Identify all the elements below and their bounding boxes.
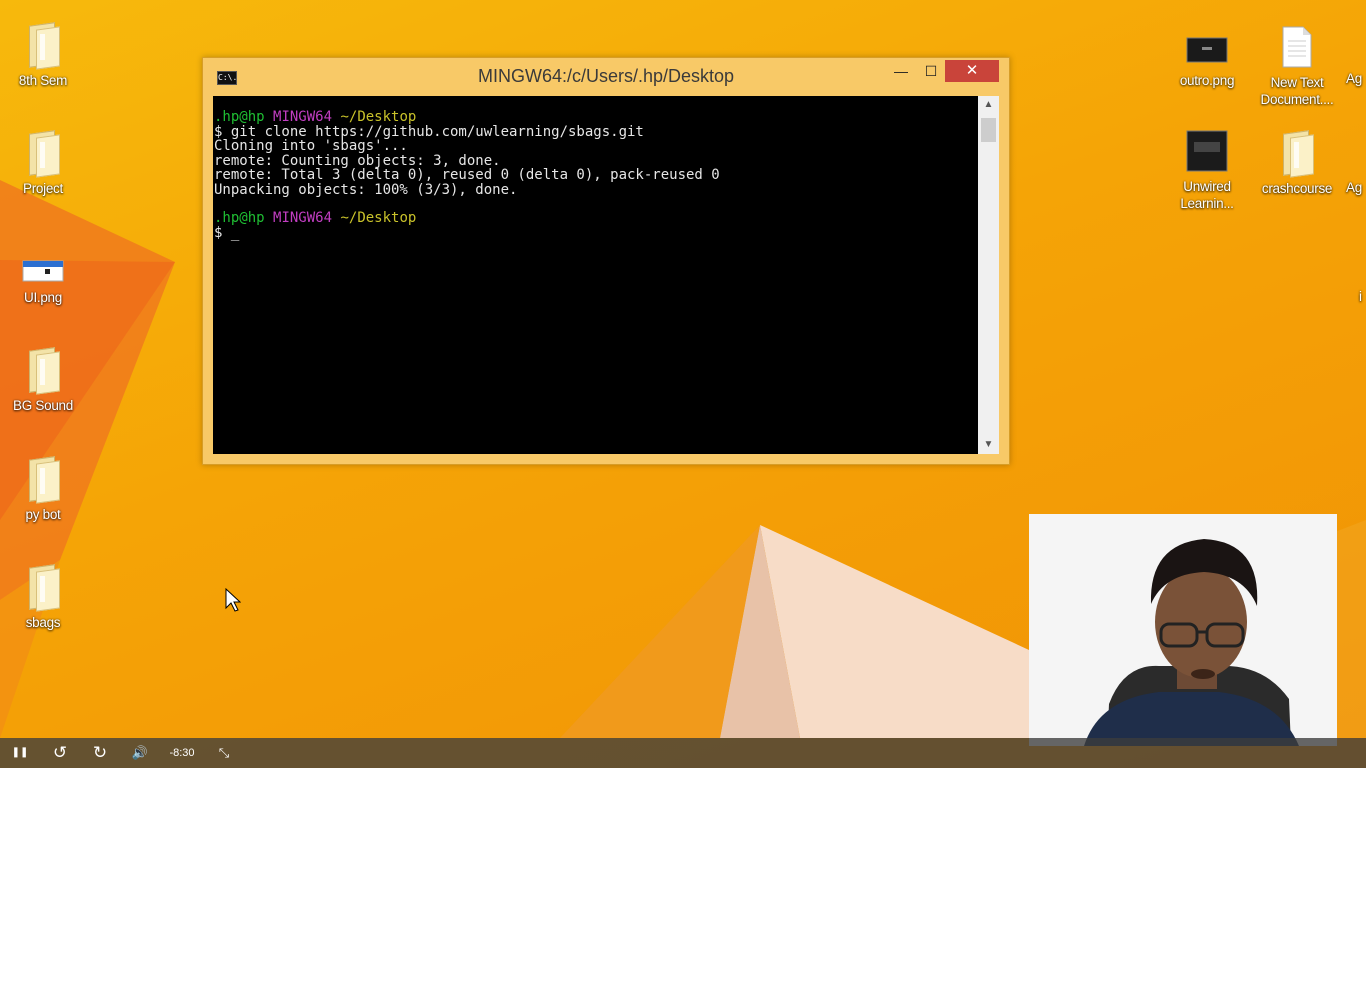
rewind-button[interactable]: ↺	[48, 738, 72, 768]
webcam-overlay	[1029, 514, 1337, 746]
prompt-user: .hp@hp	[214, 210, 265, 226]
desktop-icon-sbags[interactable]: sbags	[0, 562, 86, 631]
image-file-icon	[1186, 37, 1228, 63]
desktop-icon-8th-sem[interactable]: 8th Sem	[0, 20, 86, 89]
desktop-icon-label: 8th Sem	[18, 73, 68, 88]
scroll-up-icon[interactable]: ▲	[978, 96, 999, 114]
desktop-icon-label: Ag	[1346, 180, 1362, 195]
prompt-path: ~/Desktop	[340, 109, 417, 125]
terminal-line: $ git clone https://github.com/uwlearnin…	[214, 123, 644, 140]
desktop-icon-project[interactable]: Project	[0, 128, 86, 197]
folder-icon	[27, 347, 60, 395]
folder-icon	[27, 456, 60, 504]
desktop-icon-partial[interactable]: Ag	[1346, 70, 1366, 87]
prompt-shell: MINGW64	[273, 210, 333, 226]
terminal-window[interactable]: C:\. MINGW64:/c/Users/.hp/Desktop — ☐ ✕ …	[202, 57, 1010, 465]
terminal-line: Cloning into 'sbags'...	[214, 138, 408, 154]
time-remaining: -8:30	[169, 747, 195, 759]
prompt-path: ~/Desktop	[340, 210, 417, 226]
desktop-icon-py-bot[interactable]: py bot	[0, 454, 86, 523]
close-button[interactable]: ✕	[945, 60, 999, 82]
desktop-icon-label: Project	[23, 181, 63, 196]
minimize-button[interactable]: —	[888, 60, 914, 82]
folder-icon	[27, 22, 60, 70]
folder-icon	[27, 130, 60, 178]
window-titlebar[interactable]: C:\. MINGW64:/c/Users/.hp/Desktop — ☐ ✕	[203, 58, 1009, 96]
desktop-icon-label: sbags	[25, 615, 61, 630]
pause-button[interactable]: ❚❚	[8, 738, 32, 768]
terminal-line: remote: Total 3 (delta 0), reused 0 (del…	[214, 167, 720, 183]
mouse-cursor-icon	[225, 588, 241, 612]
text-file-icon	[1282, 26, 1312, 68]
prompt-shell: MINGW64	[273, 109, 333, 125]
video-frame[interactable]: 8th Sem Project UI.png BG Sound py bot s…	[0, 0, 1366, 768]
exit-fullscreen-button[interactable]: ⤡	[212, 738, 236, 768]
image-file-icon	[22, 260, 64, 282]
desktop-icon-label: py bot	[25, 507, 61, 522]
folder-icon	[27, 564, 60, 612]
scroll-down-icon[interactable]: ▼	[978, 436, 999, 454]
desktop-icon-label: Unwired Learnin...	[1180, 179, 1234, 211]
desktop-icon-outro-png[interactable]: outro.png	[1164, 30, 1250, 89]
terminal-scrollbar[interactable]: ▲ ▼	[978, 96, 999, 454]
prompt-user: .hp@hp	[214, 109, 265, 125]
desktop-icon-label: Ag	[1346, 71, 1362, 86]
desktop-icon-partial[interactable]: Ag	[1346, 179, 1366, 196]
terminal-input-line[interactable]: $ _	[213, 225, 978, 241]
desktop-icon-label: New Text Document....	[1260, 75, 1334, 107]
image-file-icon	[1186, 130, 1228, 172]
desktop-icon-unwired-learning[interactable]: Unwired Learnin...	[1164, 130, 1250, 212]
volume-button[interactable]: 🔊	[128, 738, 152, 768]
prompt-line: .hp@hp MINGW64 ~/Desktop	[213, 110, 978, 125]
terminal-line: remote: Counting objects: 3, done.	[214, 152, 501, 169]
maximize-button[interactable]: ☐	[918, 60, 944, 82]
forward-button[interactable]: ↻	[88, 738, 112, 768]
desktop-icon-label: crashcourse	[1261, 181, 1333, 196]
desktop-icon-label: UI.png	[24, 290, 62, 305]
desktop-icon-bg-sound[interactable]: BG Sound	[0, 345, 86, 414]
desktop-icon-ui-png[interactable]: UI.png	[0, 256, 86, 306]
video-controls-bar: ❚❚ ↺ ↻ 🔊 -8:30 ⤡	[0, 738, 1366, 768]
terminal-line: Unpacking objects: 100% (3/3), done.	[214, 181, 518, 198]
desktop-icon-label: i	[1359, 289, 1362, 304]
folder-icon	[1281, 130, 1314, 178]
desktop-icon-new-text-document[interactable]: New Text Document....	[1254, 26, 1340, 108]
presenter-video	[1029, 514, 1337, 746]
scrollbar-thumb[interactable]	[981, 118, 996, 142]
terminal-output[interactable]: .hp@hp MINGW64 ~/Desktop $ git clone htt…	[213, 96, 978, 454]
desktop-icon-crashcourse[interactable]: crashcourse	[1254, 128, 1340, 197]
desktop-icon-partial[interactable]: i	[1359, 288, 1366, 305]
desktop-icon-label: outro.png	[1179, 73, 1235, 88]
prompt-line: .hp@hp MINGW64 ~/Desktop	[213, 211, 978, 226]
desktop-icon-label: BG Sound	[13, 398, 73, 413]
